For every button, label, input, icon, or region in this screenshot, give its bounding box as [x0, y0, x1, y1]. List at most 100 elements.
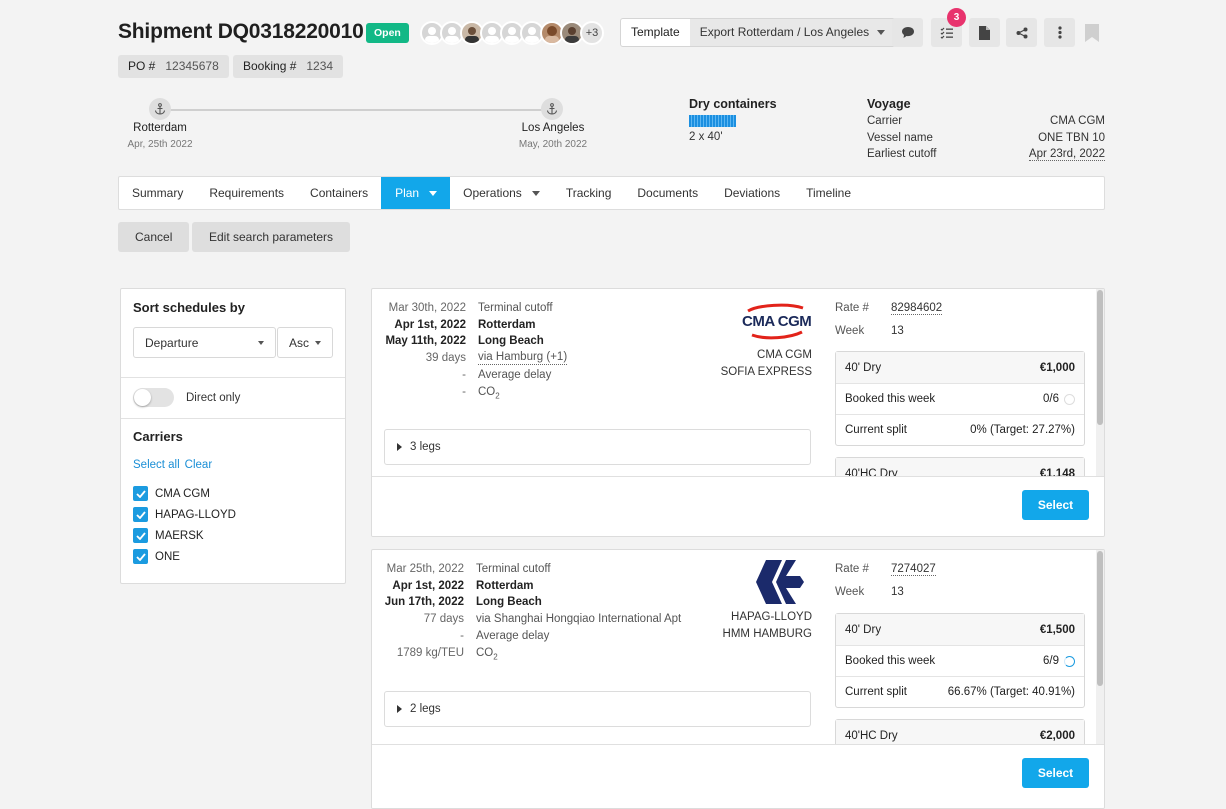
destination-port: Los Angeles — [521, 122, 585, 134]
cutoff-label: Earliest cutoff — [867, 148, 937, 160]
sort-field-select[interactable]: Departure — [133, 327, 276, 358]
template-label: Template — [631, 25, 680, 39]
week-value: 13 — [891, 586, 904, 598]
vessel-name: HMM HAMBURG — [722, 628, 812, 640]
tab-plan[interactable]: Plan — [381, 177, 451, 209]
checkbox-checked-icon[interactable] — [133, 528, 148, 543]
comment-icon — [901, 27, 914, 38]
comments-button[interactable] — [892, 18, 923, 47]
arrival-port: Long Beach — [476, 596, 542, 608]
template-selector[interactable]: Template Export Rotterdam / Los Angeles — [620, 18, 897, 47]
bookmark-button[interactable] — [1085, 24, 1099, 45]
co2-value: 1789 kg/TEU — [396, 647, 464, 659]
select-button[interactable]: Select — [1022, 490, 1089, 520]
rate-box: 40' Dry €1,500 Booked this week 6/9 Curren… — [835, 613, 1085, 708]
transit-duration: 39 days — [425, 352, 466, 364]
scrollbar[interactable] — [1096, 550, 1104, 745]
sort-order-value: Asc — [289, 335, 310, 350]
rate-value[interactable]: 7274027 — [891, 563, 936, 576]
booked-label: Booked this week — [845, 393, 936, 405]
vessel-name: SOFIA EXPRESS — [720, 366, 812, 378]
carrier-label: MAERSK — [155, 529, 204, 542]
divider — [121, 377, 345, 378]
scrollbar-thumb[interactable] — [1097, 290, 1103, 425]
cutoff-label: Terminal cutoff — [478, 302, 553, 314]
via-ports: via Shanghai Hongqiao International Apt — [476, 613, 682, 625]
document-icon — [979, 25, 990, 40]
progress-ring-icon — [1064, 655, 1075, 667]
sort-order-select[interactable]: Asc — [277, 327, 333, 358]
po-label: PO # — [128, 59, 156, 73]
rate-value[interactable]: 82984602 — [891, 302, 943, 315]
cutoff-value: Apr 23rd, 2022 — [1028, 148, 1105, 161]
share-button[interactable] — [1006, 18, 1037, 47]
tab-tracking[interactable]: Tracking — [553, 177, 625, 209]
edit-search-button[interactable]: Edit search parameters — [192, 222, 351, 252]
departure-port: Rotterdam — [476, 580, 534, 592]
scrollbar-thumb[interactable] — [1097, 551, 1103, 686]
select-all-link[interactable]: Select all — [133, 459, 180, 471]
scrollbar[interactable] — [1096, 289, 1104, 484]
departure-date: Apr 1st, 2022 — [394, 319, 466, 331]
container-price: €1,500 — [1039, 623, 1075, 636]
carrier-checkbox-maersk[interactable]: MAERSK — [133, 525, 236, 546]
clear-link[interactable]: Clear — [185, 459, 212, 471]
caret-right-icon — [397, 443, 402, 451]
tab-summary[interactable]: Summary — [119, 177, 196, 209]
card-footer: Select — [372, 744, 1104, 808]
tab-operations[interactable]: Operations — [450, 177, 553, 209]
container-type: 40' Dry — [845, 623, 882, 636]
tab-requirements[interactable]: Requirements — [196, 177, 297, 209]
direct-only-toggle[interactable] — [133, 388, 174, 407]
delay-label: Average delay — [476, 630, 550, 642]
chevron-down-icon — [315, 340, 321, 345]
delay-label: Average delay — [478, 369, 552, 381]
more-participants[interactable]: +3 — [580, 21, 604, 45]
checkbox-checked-icon[interactable] — [133, 486, 148, 501]
cma-cgm-logo: CMA CGM — [730, 297, 814, 343]
split-label: Current split — [845, 424, 907, 436]
booked-value: 0/6 — [1043, 393, 1059, 405]
tab-deviations[interactable]: Deviations — [711, 177, 793, 209]
carrier-checkbox-hapag-lloyd[interactable]: HAPAG-LLOYD — [133, 504, 236, 525]
cutoff-label: Terminal cutoff — [476, 563, 551, 575]
progress-ring-icon — [1064, 393, 1075, 405]
booked-value: 6/9 — [1043, 655, 1059, 667]
direct-only-label: Direct only — [186, 392, 241, 404]
via-ports[interactable]: via Hamburg (+1) — [478, 350, 568, 365]
status-badge: Open — [366, 23, 409, 43]
participant-avatars[interactable]: +3 — [420, 21, 604, 45]
legs-expander[interactable]: 3 legs — [384, 429, 811, 465]
documents-button[interactable] — [969, 18, 1000, 47]
arrival-port: Long Beach — [478, 335, 544, 347]
tab-timeline[interactable]: Timeline — [793, 177, 864, 209]
vessel-value: ONE TBN 10 — [1038, 132, 1105, 144]
booked-label: Booked this week — [845, 655, 936, 667]
select-button[interactable]: Select — [1022, 758, 1089, 788]
bookmark-icon — [1085, 24, 1099, 42]
container-type: 40' Dry — [845, 361, 882, 374]
carrier-label: ONE — [155, 550, 180, 563]
checkbox-checked-icon[interactable] — [133, 549, 148, 564]
tab-operations-label: Operations — [463, 186, 522, 200]
checkbox-checked-icon[interactable] — [133, 507, 148, 522]
destination-date: May, 20th 2022 — [518, 139, 588, 150]
carrier-checkbox-cma-cgm[interactable]: CMA CGM — [133, 483, 236, 504]
voyage-title: Voyage — [867, 97, 911, 111]
tab-documents[interactable]: Documents — [624, 177, 711, 209]
tasks-count-badge: 3 — [947, 8, 966, 27]
cancel-button[interactable]: Cancel — [118, 222, 190, 252]
week-value: 13 — [891, 325, 904, 337]
hapag-lloyd-logo — [752, 560, 812, 604]
template-dropdown[interactable]: Export Rotterdam / Los Angeles — [689, 19, 896, 46]
co2-value: - — [462, 386, 466, 398]
legs-expander[interactable]: 2 legs — [384, 691, 811, 727]
cutoff-date: Mar 25th, 2022 — [386, 563, 464, 575]
container-price: €1,000 — [1039, 361, 1075, 374]
card-footer: Select — [372, 476, 1104, 536]
more-actions-button[interactable] — [1044, 18, 1075, 47]
tab-containers[interactable]: Containers — [297, 177, 381, 209]
sort-field-value: Departure — [145, 335, 199, 350]
carrier-checkbox-one[interactable]: ONE — [133, 546, 236, 567]
legs-label: 3 legs — [410, 441, 441, 453]
